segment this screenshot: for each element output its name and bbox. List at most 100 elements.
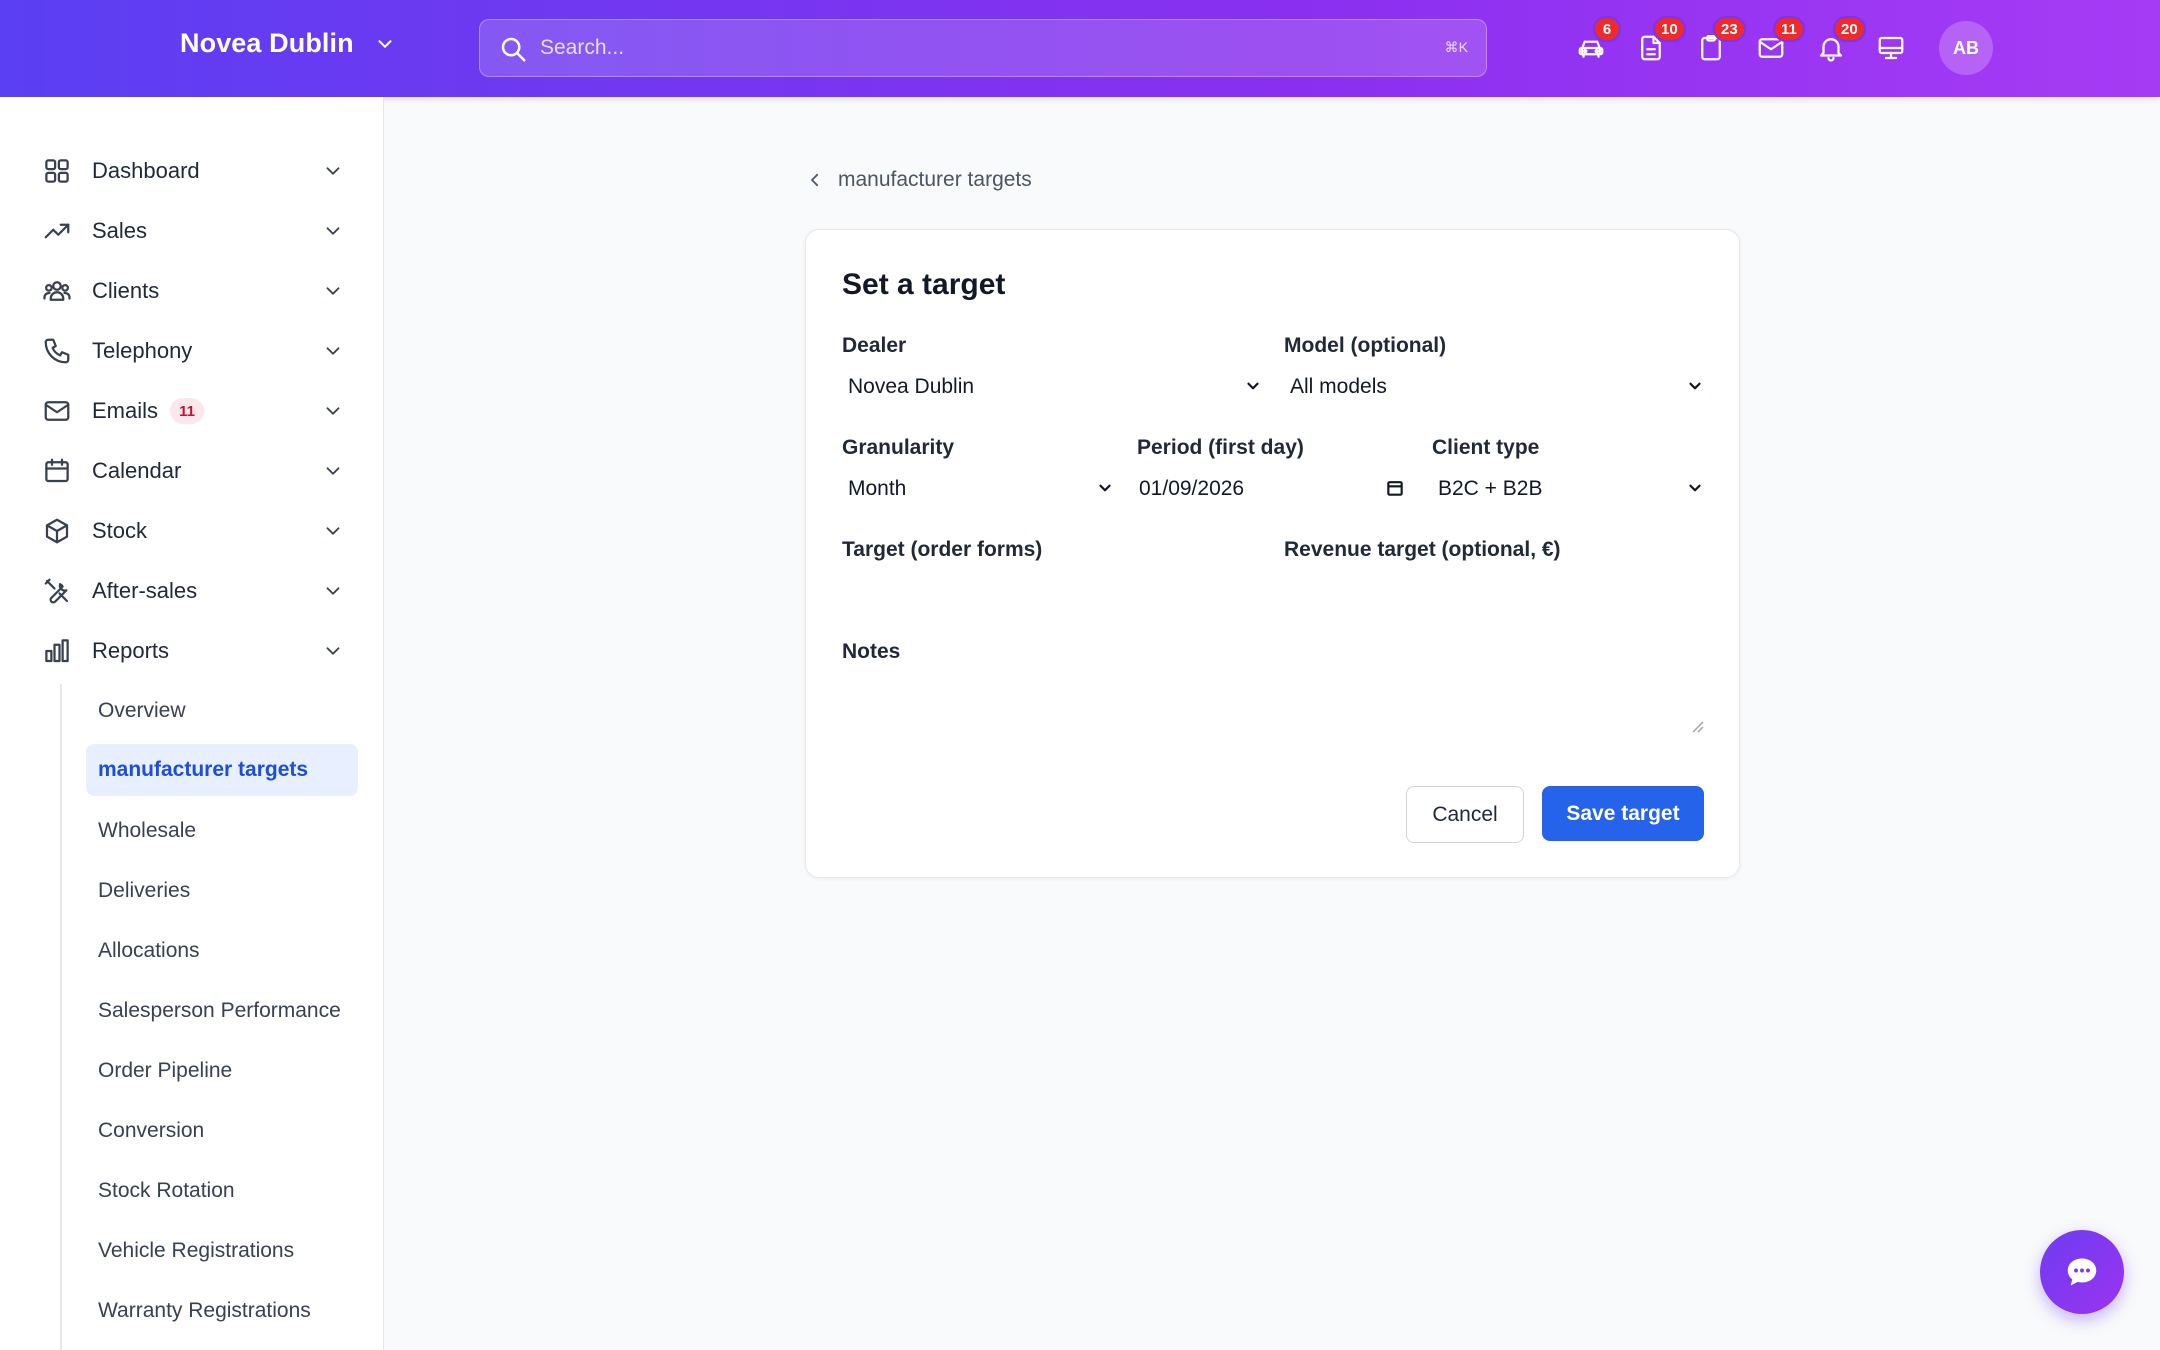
display-button[interactable] xyxy=(1873,30,1909,66)
notification-badge: 20 xyxy=(1833,16,1866,42)
notes-label: Notes xyxy=(842,640,901,663)
sidebar-subitem-wholesale[interactable]: Wholesale xyxy=(86,805,358,857)
revenue-target-label: Revenue target (optional, €) xyxy=(1284,538,1561,561)
model-select-value: All models xyxy=(1290,375,1387,398)
chat-button[interactable] xyxy=(2040,1230,2124,1314)
chevron-down-icon xyxy=(326,587,340,595)
client-type-select-value: B2C + B2B xyxy=(1438,477,1543,500)
chevron-down-icon xyxy=(1689,382,1701,390)
target-orders-label: Target (order forms) xyxy=(842,538,1043,561)
chevron-down-icon xyxy=(378,39,392,48)
sidebar-item-telephony[interactable]: Telephony xyxy=(30,326,360,376)
global-search[interactable]: ⌘K xyxy=(479,19,1487,77)
period-date-input[interactable]: 01/09/2026 xyxy=(1137,473,1405,505)
chat-bubble-icon xyxy=(2067,1258,2097,1286)
period-date-value: 01/09/2026 xyxy=(1139,477,1245,500)
documents-button[interactable]: 10 xyxy=(1633,16,1686,66)
cancel-button[interactable]: Cancel xyxy=(1406,786,1524,843)
trending-up-icon xyxy=(44,223,70,239)
search-icon xyxy=(501,37,526,62)
breadcrumb-back-link[interactable]: manufacturer targets xyxy=(806,168,1032,192)
chevron-down-icon xyxy=(326,227,340,235)
submenu-divider xyxy=(60,684,62,1350)
search-input[interactable] xyxy=(540,20,1400,76)
chevron-down-icon xyxy=(326,407,340,415)
sidebar-item-dashboard[interactable]: Dashboard xyxy=(30,146,360,196)
top-header: Novea Dublin ⌘K 6 10 23 11 20 AB xyxy=(0,0,2160,97)
dealer-select[interactable]: Novea Dublin xyxy=(842,371,1262,403)
target-form-card: Set a target Dealer Novea Dublin Model (… xyxy=(805,229,1740,878)
sidebar-subitem-order-pipeline[interactable]: Order Pipeline xyxy=(86,1045,358,1097)
dealer-select-value: Novea Dublin xyxy=(848,375,975,398)
sidebar-subitem-vehicle-registrations[interactable]: Vehicle Registrations xyxy=(86,1225,358,1277)
breadcrumb-label: manufacturer targets xyxy=(838,168,1032,191)
notes-textarea[interactable] xyxy=(842,675,1704,735)
resize-handle-icon[interactable] xyxy=(1690,719,1704,733)
sidebar-item-label: Stock xyxy=(92,518,148,543)
monitor-icon xyxy=(1878,36,1904,60)
dealer-switcher[interactable]: Novea Dublin xyxy=(180,28,396,59)
tasks-button[interactable]: 23 xyxy=(1693,16,1746,66)
tools-icon xyxy=(44,578,69,604)
period-label: Period (first day) xyxy=(1137,436,1304,459)
users-icon xyxy=(43,281,71,301)
sidebar-item-label: Calendar xyxy=(92,458,182,483)
sidebar-subitem-manufacturer-targets[interactable]: manufacturer targets xyxy=(86,744,358,796)
sidebar-subitem-warranty-registrations[interactable]: Warranty Registrations xyxy=(86,1285,358,1337)
notification-badge: 11 xyxy=(1773,16,1805,42)
messages-button[interactable]: 11 xyxy=(1753,16,1805,66)
sidebar-subitem-overview[interactable]: Overview xyxy=(86,685,358,737)
dealer-label: Dealer xyxy=(842,334,907,357)
sidebar-item-stock[interactable]: Stock xyxy=(30,506,360,556)
sidebar-item-label: Emails xyxy=(92,398,159,423)
sidebar-subitem-deliveries[interactable]: Deliveries xyxy=(86,865,358,917)
sidebar-item-label: Telephony xyxy=(92,338,193,363)
chevron-down-icon xyxy=(326,167,340,175)
sidebar-subitem-salesperson-performance[interactable]: Salesperson Performance xyxy=(86,985,358,1037)
notifications-button[interactable]: 20 xyxy=(1813,16,1866,66)
sidebar-item-clients[interactable]: Clients xyxy=(30,266,360,316)
chevron-down-icon xyxy=(326,467,340,475)
calendar-icon xyxy=(45,458,69,483)
sidebar-item-label: Sales xyxy=(92,218,148,243)
target-orders-input[interactable] xyxy=(842,575,1262,615)
sidebar: Dashboard Sales Clients Telephony Emails… xyxy=(0,97,384,1350)
emails-count-badge: 11 xyxy=(170,398,205,424)
notification-badge: 6 xyxy=(1593,16,1621,42)
sidebar-item-reports[interactable]: Reports xyxy=(30,626,360,676)
sidebar-subitem-conversion[interactable]: Conversion xyxy=(86,1105,358,1157)
bar-chart-icon xyxy=(45,639,69,663)
chevron-down-icon xyxy=(326,287,340,295)
form-title: Set a target xyxy=(842,268,1006,301)
phone-icon xyxy=(44,338,70,364)
client-type-label: Client type xyxy=(1432,436,1540,459)
sidebar-item-emails[interactable]: Emails 11 xyxy=(30,386,360,436)
sidebar-item-sales[interactable]: Sales xyxy=(30,206,360,256)
granularity-select-value: Month xyxy=(848,477,907,500)
granularity-label: Granularity xyxy=(842,436,955,459)
user-avatar[interactable]: AB xyxy=(1939,21,1993,75)
chevron-down-icon xyxy=(326,347,340,355)
revenue-target-input[interactable] xyxy=(1284,575,1704,615)
sidebar-subitem-allocations[interactable]: Allocations xyxy=(86,925,358,977)
sidebar-subitem-stock-rotation[interactable]: Stock Rotation xyxy=(86,1165,358,1217)
chevron-down-icon xyxy=(1247,382,1259,390)
box-icon xyxy=(45,518,69,544)
sidebar-item-after-sales[interactable]: After-sales xyxy=(30,566,360,616)
mail-icon xyxy=(44,401,70,421)
calendar-icon[interactable] xyxy=(1385,478,1405,498)
model-select[interactable]: All models xyxy=(1284,371,1704,403)
vehicles-button[interactable]: 6 xyxy=(1573,16,1621,66)
client-type-select[interactable]: B2C + B2B xyxy=(1432,473,1704,505)
granularity-select[interactable]: Month xyxy=(842,473,1114,505)
chevron-down-icon xyxy=(1099,484,1111,492)
chevron-down-icon xyxy=(326,527,340,535)
save-target-button[interactable]: Save target xyxy=(1542,786,1704,841)
brand-name: Novea Dublin xyxy=(180,28,354,58)
sidebar-item-label: After-sales xyxy=(92,578,198,603)
notification-badge: 23 xyxy=(1713,16,1746,42)
sidebar-item-label: Reports xyxy=(92,638,170,663)
sidebar-item-label: Clients xyxy=(92,278,160,303)
notification-badge: 10 xyxy=(1653,16,1686,42)
sidebar-item-calendar[interactable]: Calendar xyxy=(30,446,360,496)
